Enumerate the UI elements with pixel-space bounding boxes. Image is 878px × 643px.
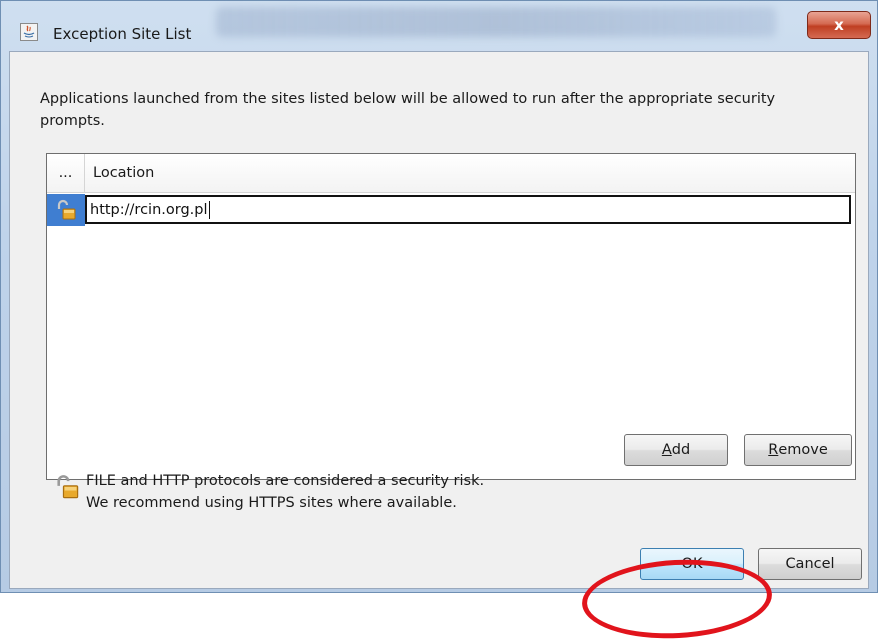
remove-button[interactable]: Remove (744, 434, 852, 466)
add-button-label: dd (671, 442, 691, 458)
table-header: ... Location (47, 154, 855, 193)
location-edit-field[interactable]: http://rcin.org.pl (85, 195, 851, 224)
title-bar[interactable]: Exception Site List x (1, 1, 877, 51)
unlocked-padlock-icon (57, 475, 79, 499)
exception-site-list-dialog: Exception Site List x Applications launc… (0, 0, 878, 643)
text-caret (208, 200, 210, 219)
column-header-icon[interactable]: ... (47, 154, 85, 192)
instructions-text: Applications launched from the sites lis… (40, 91, 776, 129)
window-title: Exception Site List (53, 25, 192, 43)
add-button[interactable]: Add (624, 434, 728, 466)
java-icon (20, 23, 38, 41)
warning-line-1: FILE and HTTP protocols are considered a… (86, 473, 485, 489)
remove-button-mnemonic: R (768, 442, 779, 458)
table-row[interactable]: http://rcin.org.pl (47, 194, 855, 226)
cancel-button[interactable]: Cancel (758, 548, 862, 580)
dialog-content: Applications launched from the sites lis… (9, 51, 869, 643)
blurred-background-text (216, 7, 776, 37)
remove-button-label: emove (778, 442, 828, 458)
add-button-mnemonic: A (661, 442, 672, 458)
ok-button[interactable]: OK (640, 548, 744, 580)
warning-line-2: We recommend using HTTPS sites where ava… (86, 495, 457, 511)
row-icon-cell[interactable] (47, 194, 85, 226)
location-value: http://rcin.org.pl (90, 201, 208, 218)
unlocked-padlock-icon (57, 199, 76, 220)
column-header-location[interactable]: Location (93, 154, 154, 192)
site-list-table[interactable]: ... Location http://rcin.org.pl (46, 153, 856, 480)
close-icon: x (834, 16, 844, 34)
close-button[interactable]: x (807, 11, 871, 39)
